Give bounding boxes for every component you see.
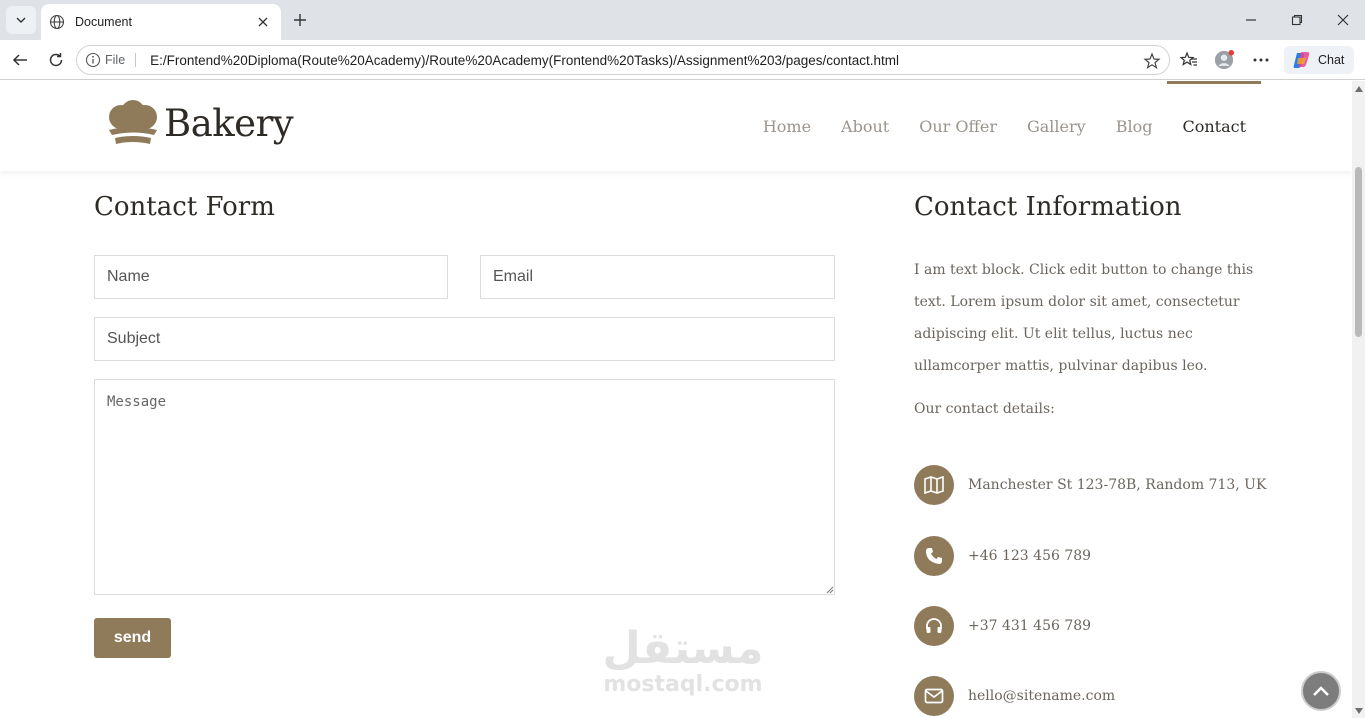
phone-icon-circle xyxy=(914,536,954,576)
email-input[interactable] xyxy=(480,255,835,299)
close-tab-icon[interactable] xyxy=(255,14,271,30)
resize-handle-icon[interactable] xyxy=(826,586,834,594)
nav-gallery[interactable]: Gallery xyxy=(1027,81,1086,171)
profile-button[interactable] xyxy=(1214,50,1234,70)
browser-toolbar: File E:/Frontend%20Diploma(Route%20Acade… xyxy=(0,40,1365,80)
phone-icon xyxy=(926,548,942,564)
contact-info-heading: Contact Information xyxy=(914,192,1182,222)
reload-icon xyxy=(49,53,63,67)
message-textarea[interactable] xyxy=(94,379,835,595)
envelope-icon xyxy=(924,688,944,704)
contact-item-address: Manchester St 123-78B, Random 713, UK xyxy=(914,465,1266,505)
reload-button[interactable] xyxy=(44,48,68,72)
browser-tab[interactable]: Document xyxy=(41,4,281,40)
watermark-latin: mostaql.com xyxy=(603,672,763,697)
new-tab-button[interactable] xyxy=(288,8,312,32)
nav-home[interactable]: Home xyxy=(763,81,811,171)
scroll-up-arrow[interactable] xyxy=(1355,86,1363,92)
send-button[interactable]: send xyxy=(94,618,171,658)
chef-hat-icon xyxy=(109,100,157,144)
scrollbar-thumb[interactable] xyxy=(1355,167,1362,337)
nav-about[interactable]: About xyxy=(841,81,889,171)
support-phone-text: +37 431 456 789 xyxy=(968,618,1092,634)
minimize-icon xyxy=(1246,19,1256,21)
headphones-icon xyxy=(926,618,942,633)
scroll-to-top-button[interactable] xyxy=(1301,671,1341,711)
details-label: Our contact details: xyxy=(914,401,1055,417)
watermark-arabic: مستقل xyxy=(602,623,764,674)
restore-button[interactable] xyxy=(1285,8,1309,32)
info-paragraph: I am text block. Click edit button to ch… xyxy=(914,262,1254,374)
page-scrollbar[interactable] xyxy=(1352,81,1365,718)
chat-button[interactable]: Chat xyxy=(1284,46,1354,74)
site-header: Bakery Home About Our Offer Gallery Blog… xyxy=(0,81,1352,171)
restore-icon xyxy=(1291,14,1303,26)
chevron-down-icon xyxy=(16,17,26,23)
tab-title: Document xyxy=(75,15,132,29)
map-icon xyxy=(924,476,944,494)
subject-input[interactable] xyxy=(94,317,835,361)
brand-name: Bakery xyxy=(164,101,294,145)
favorites-button[interactable] xyxy=(1179,50,1199,70)
close-window-button[interactable] xyxy=(1331,8,1355,32)
avatar-icon xyxy=(1214,50,1234,70)
email-text: hello@sitename.com xyxy=(968,688,1116,704)
site-logo[interactable]: Bakery xyxy=(106,100,294,146)
address-bar[interactable]: File E:/Frontend%20Diploma(Route%20Acade… xyxy=(76,45,1170,75)
chevron-up-icon xyxy=(1313,686,1329,696)
watermark: مستقل mostaql.com xyxy=(598,625,768,697)
back-button[interactable] xyxy=(8,48,32,72)
page-viewport: Bakery Home About Our Offer Gallery Blog… xyxy=(0,81,1352,718)
contact-form-heading: Contact Form xyxy=(94,192,275,222)
headphones-icon-circle xyxy=(914,606,954,646)
globe-icon xyxy=(49,14,65,30)
info-icon[interactable] xyxy=(85,52,101,68)
more-icon xyxy=(1253,58,1269,62)
map-icon-circle xyxy=(914,465,954,505)
contact-item-support: +37 431 456 789 xyxy=(914,606,1091,646)
phone-text: +46 123 456 789 xyxy=(968,548,1092,564)
address-url[interactable]: E:/Frontend%20Diploma(Route%20Academy)/R… xyxy=(150,53,899,68)
tab-list-button[interactable] xyxy=(6,6,36,34)
contact-item-phone: +46 123 456 789 xyxy=(914,536,1091,576)
star-icon[interactable] xyxy=(1143,52,1161,70)
chat-label: Chat xyxy=(1318,53,1345,67)
arrow-left-icon xyxy=(12,54,27,66)
address-prefix: File xyxy=(105,53,137,67)
minimize-button[interactable] xyxy=(1239,8,1263,32)
nav-contact[interactable]: Contact xyxy=(1167,81,1261,171)
name-input[interactable] xyxy=(94,255,448,299)
favorites-icon xyxy=(1180,51,1197,66)
browser-tab-bar: Document xyxy=(0,0,1365,40)
nav-blog[interactable]: Blog xyxy=(1116,81,1153,171)
contact-item-email: hello@sitename.com xyxy=(914,676,1115,716)
copilot-icon xyxy=(1293,52,1310,68)
envelope-icon-circle xyxy=(914,676,954,716)
main-nav: Home About Our Offer Gallery Blog Contac… xyxy=(733,81,1261,171)
more-menu-button[interactable] xyxy=(1251,50,1271,70)
address-text: Manchester St 123-78B, Random 713, UK xyxy=(968,477,1267,493)
scroll-down-arrow[interactable] xyxy=(1355,708,1363,714)
nav-our-offer[interactable]: Our Offer xyxy=(919,81,997,171)
close-icon xyxy=(1337,14,1349,26)
plus-icon xyxy=(294,14,306,26)
